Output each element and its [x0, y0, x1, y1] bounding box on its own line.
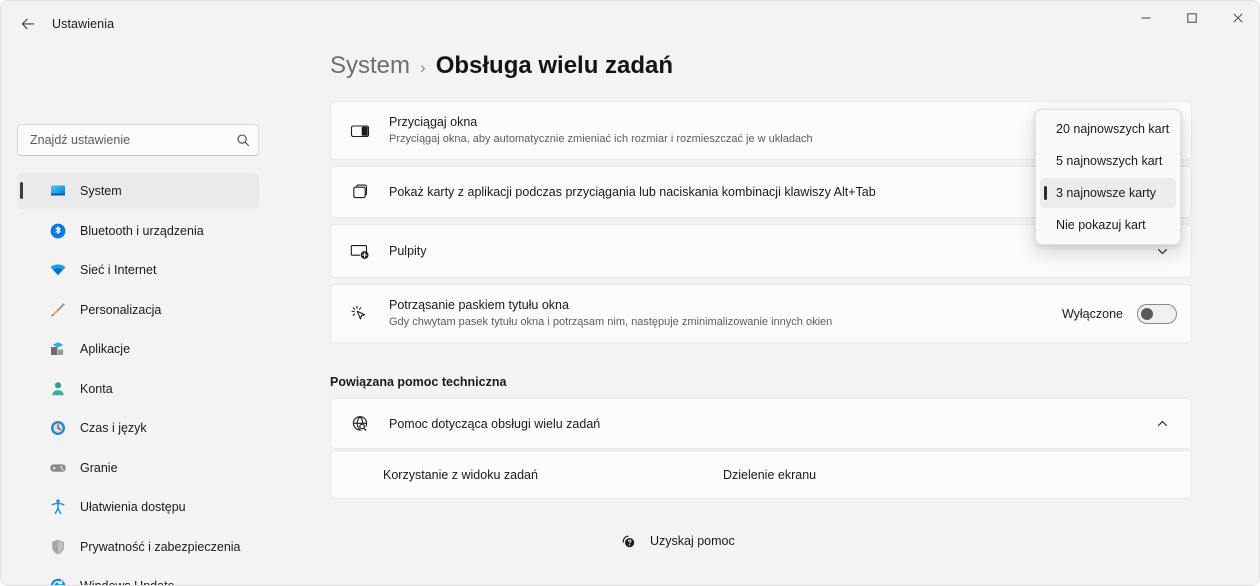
accessibility-icon [48, 497, 68, 517]
desktops-icon [345, 236, 375, 266]
snap-windows-icon [345, 116, 375, 146]
sidebar-item-time-language[interactable]: Czas i język [17, 410, 259, 446]
sidebar-item-label: Czas i język [80, 421, 147, 435]
shield-icon [48, 537, 68, 557]
sidebar-item-label: Granie [80, 461, 118, 475]
setting-text: Pulpity [389, 243, 1147, 259]
sidebar-item-label: Ułatwienia dostępu [80, 500, 186, 514]
title-bar-shake-toggle[interactable] [1137, 304, 1177, 324]
dropdown-option-label: Nie pokazuj kart [1056, 218, 1146, 232]
gamepad-icon [48, 458, 68, 478]
dropdown-option-selected[interactable]: 3 najnowsze karty [1040, 178, 1176, 208]
tabs-count-dropdown-flyout: 20 najnowszych kart 5 najnowszych kart 3… [1035, 109, 1181, 245]
tabs-icon [345, 177, 375, 207]
maximize-button[interactable] [1169, 1, 1215, 35]
related-support-title: Pomoc dotycząca obsługi wielu zadań [389, 416, 1147, 432]
sidebar-item-label: Prywatność i zabezpieczenia [80, 540, 241, 554]
related-link-split-screen[interactable]: Dzielenie ekranu [723, 468, 816, 482]
clock-icon [48, 418, 68, 438]
setting-control: Wyłączone [1062, 304, 1177, 324]
setting-card-title-bar-shake[interactable]: Potrząsanie paskiem tytułu okna Gdy chwy… [330, 284, 1192, 343]
sidebar-item-network[interactable]: Sieć i Internet [17, 252, 259, 288]
search-box[interactable] [17, 124, 259, 156]
update-icon [48, 576, 68, 586]
minimize-icon [1140, 12, 1152, 24]
page-title: Obsługa wielu zadań [436, 52, 673, 80]
dropdown-option[interactable]: 20 najnowszych kart [1040, 114, 1176, 144]
search-input[interactable] [18, 133, 228, 147]
window-title: Ustawienia [52, 17, 114, 31]
setting-subtitle: Gdy chwytam pasek tytułu okna i potrząsa… [389, 315, 1062, 330]
dropdown-option-label: 5 najnowszych kart [1056, 154, 1162, 168]
setting-row: Potrząsanie paskiem tytułu okna Gdy chwy… [331, 285, 1191, 342]
sidebar-item-gaming[interactable]: Granie [17, 450, 259, 486]
setting-text: Potrząsanie paskiem tytułu okna Gdy chwy… [389, 297, 1062, 330]
system-icon [48, 181, 68, 201]
related-link-task-view[interactable]: Korzystanie z widoku zadań [383, 468, 723, 482]
related-support-row: Pomoc dotycząca obsługi wielu zadań [331, 399, 1191, 448]
bluetooth-icon [48, 221, 68, 241]
sidebar-item-label: Aplikacje [80, 342, 130, 356]
chevron-up-icon[interactable] [1147, 409, 1177, 439]
toggle-state-label: Wyłączone [1062, 307, 1123, 321]
sidebar-item-accounts[interactable]: Konta [17, 371, 259, 407]
shake-icon [345, 299, 375, 329]
search-icon[interactable] [228, 133, 258, 147]
breadcrumb-parent[interactable]: System [330, 52, 410, 80]
sidebar-item-apps[interactable]: Aplikacje [17, 331, 259, 367]
dropdown-option-label: 20 najnowszych kart [1056, 122, 1169, 136]
sidebar-item-accessibility[interactable]: Ułatwienia dostępu [17, 489, 259, 525]
sidebar-item-system[interactable]: System [17, 173, 259, 209]
maximize-icon [1186, 12, 1198, 24]
window-controls [1123, 1, 1260, 35]
get-help-link[interactable]: Uzyskaj pomoc [618, 530, 735, 552]
section-heading-related-support: Powiązana pomoc techniczna [330, 375, 506, 389]
apps-icon [48, 339, 68, 359]
get-help-label: Uzyskaj pomoc [650, 534, 735, 548]
setting-title: Potrząsanie paskiem tytułu okna [389, 297, 1062, 313]
sidebar-item-personalization[interactable]: Personalizacja [17, 292, 259, 328]
help-question-icon [618, 530, 640, 552]
back-button[interactable] [11, 9, 45, 39]
sidebar-item-windows-update[interactable]: Windows Update [17, 568, 259, 586]
sidebar-item-label: Sieć i Internet [80, 263, 156, 277]
wifi-icon [48, 260, 68, 280]
sidebar-item-label: Personalizacja [80, 303, 161, 317]
toggle-knob [1141, 308, 1153, 320]
dropdown-option-label: 3 najnowsze karty [1056, 186, 1156, 200]
brush-icon [48, 300, 68, 320]
arrow-left-icon [20, 16, 36, 32]
globe-help-icon [345, 409, 375, 439]
close-button[interactable] [1215, 1, 1260, 35]
dropdown-option[interactable]: Nie pokazuj kart [1040, 210, 1176, 240]
close-icon [1232, 12, 1244, 24]
sidebar-item-label: System [80, 184, 122, 198]
minimize-button[interactable] [1123, 1, 1169, 35]
sidebar: System Bluetooth i urządzenia [1, 47, 293, 586]
related-support-links: Korzystanie z widoku zadań Dzielenie ekr… [331, 451, 1191, 498]
breadcrumb: System › Obsługa wielu zadań [330, 52, 673, 80]
related-support-links-card: Korzystanie z widoku zadań Dzielenie ekr… [330, 450, 1192, 499]
sidebar-item-label: Windows Update [80, 579, 175, 586]
sidebar-nav: System Bluetooth i urządzenia [17, 173, 259, 586]
related-support-card[interactable]: Pomoc dotycząca obsługi wielu zadań [330, 398, 1192, 449]
sidebar-item-label: Konta [80, 382, 113, 396]
settings-window: Ustawienia [0, 0, 1260, 586]
setting-title: Pulpity [389, 243, 1147, 259]
dropdown-option[interactable]: 5 najnowszych kart [1040, 146, 1176, 176]
sidebar-item-label: Bluetooth i urządzenia [80, 224, 204, 238]
account-icon [48, 379, 68, 399]
related-support-control [1147, 409, 1177, 439]
title-bar: Ustawienia [1, 1, 1260, 47]
sidebar-item-privacy[interactable]: Prywatność i zabezpieczenia [17, 529, 259, 565]
breadcrumb-separator-icon: › [420, 58, 426, 78]
sidebar-item-bluetooth[interactable]: Bluetooth i urządzenia [17, 213, 259, 249]
related-support-text: Pomoc dotycząca obsługi wielu zadań [389, 416, 1147, 432]
